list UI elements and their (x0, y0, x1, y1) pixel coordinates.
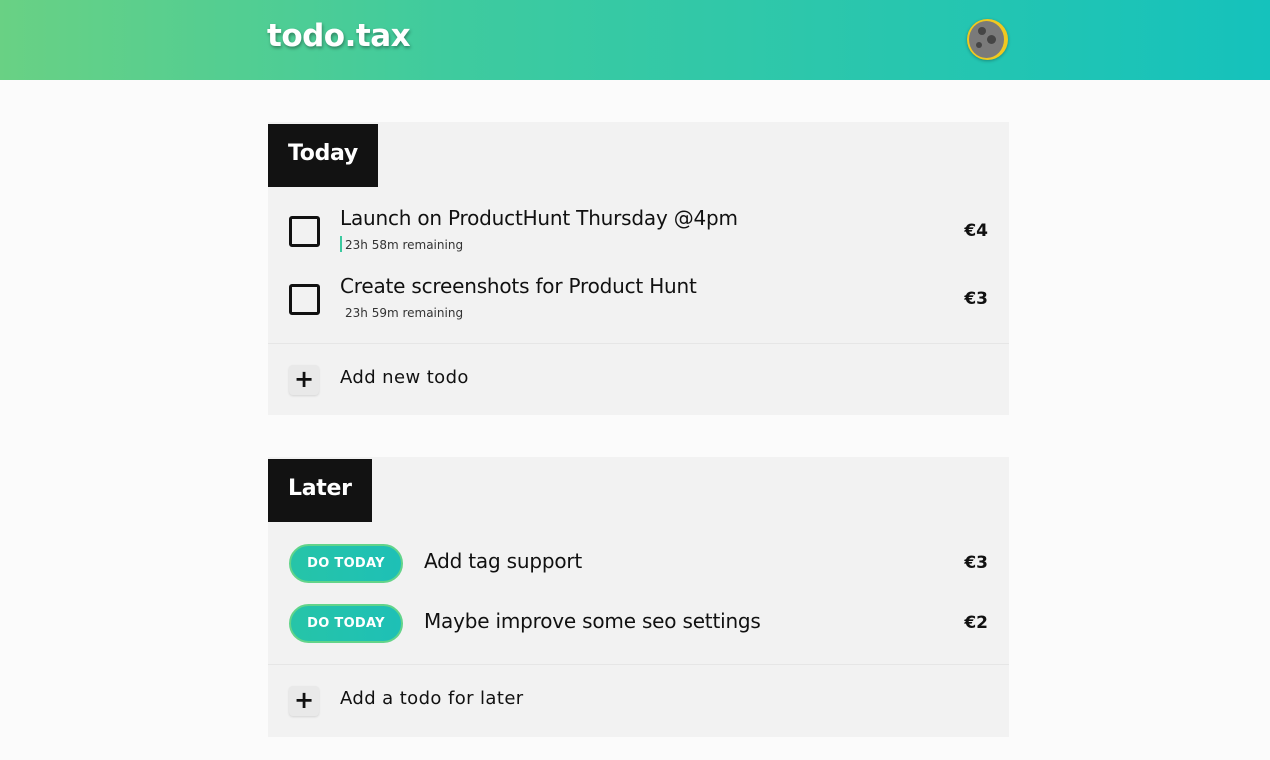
crater (978, 27, 986, 35)
todo-title[interactable]: Add tag support (424, 549, 582, 573)
todo-price: €4 (964, 221, 988, 241)
add-later-label[interactable]: Add a todo for later (340, 688, 524, 709)
app-header: todo.tax (0, 0, 1270, 80)
time-remaining: 23h 59m remaining (345, 306, 464, 320)
add-later-row[interactable]: + Add a todo for later (268, 684, 1009, 718)
add-todo-row[interactable]: + Add new todo (268, 363, 1009, 397)
todo-row: Launch on ProductHunt Thursday @4pm 23h … (268, 206, 1009, 258)
do-today-button[interactable]: DO TODAY (289, 604, 403, 643)
crater (976, 42, 982, 48)
todo-checkbox[interactable] (289, 216, 320, 247)
progress-bar (340, 236, 342, 252)
todo-row: Create screenshots for Product Hunt 23h … (268, 274, 1009, 326)
plus-icon[interactable]: + (289, 365, 319, 395)
today-heading: Today (268, 124, 378, 187)
todo-price: €2 (964, 613, 988, 633)
avatar-moon (969, 21, 1004, 58)
todo-price: €3 (964, 289, 988, 309)
time-remaining-text: 23h 58m remaining (345, 238, 464, 252)
divider (268, 664, 1009, 665)
todo-price: €3 (964, 553, 988, 573)
divider (268, 343, 1009, 344)
todo-title[interactable]: Create screenshots for Product Hunt (340, 274, 697, 298)
todo-checkbox[interactable] (289, 284, 320, 315)
crater (987, 35, 996, 44)
later-card: Later DO TODAY Add tag support €3 DO TOD… (268, 457, 1009, 737)
later-row: DO TODAY Add tag support €3 (268, 543, 1009, 585)
todo-title[interactable]: Launch on ProductHunt Thursday @4pm (340, 206, 738, 230)
later-row: DO TODAY Maybe improve some seo settings… (268, 603, 1009, 645)
today-card: Today Launch on ProductHunt Thursday @4p… (268, 122, 1009, 415)
add-todo-label[interactable]: Add new todo (340, 367, 469, 388)
do-today-button[interactable]: DO TODAY (289, 544, 403, 583)
plus-icon[interactable]: + (289, 686, 319, 716)
app-logo[interactable]: todo.tax (267, 18, 411, 54)
moon-icon[interactable] (967, 19, 1008, 60)
later-heading: Later (268, 459, 372, 522)
time-remaining: 23h 58m remaining (340, 236, 464, 252)
todo-title[interactable]: Maybe improve some seo settings (424, 609, 761, 633)
